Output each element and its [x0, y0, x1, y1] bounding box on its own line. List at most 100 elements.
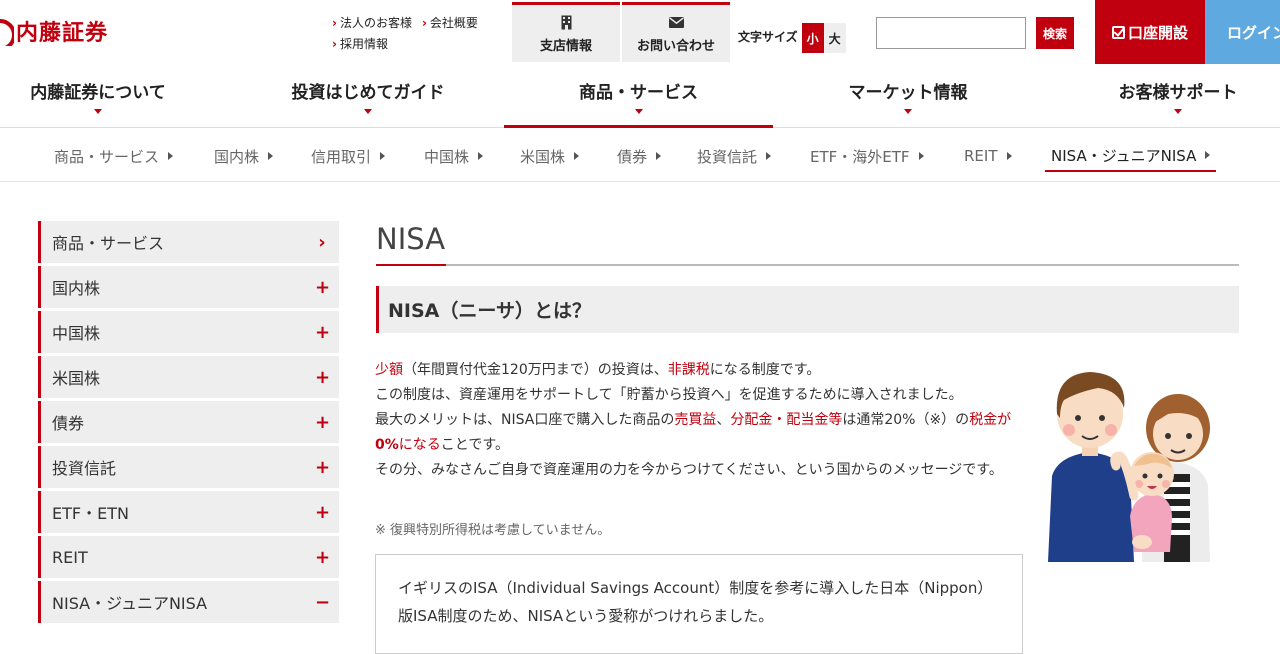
- info-box-text: イギリスのISA（Individual Savings Account）制度を参…: [398, 579, 993, 625]
- subnav-label: ETF・海外ETF: [810, 147, 910, 166]
- arrow-right-icon: [918, 152, 924, 160]
- gnav-about-label: 内藤証券について: [30, 83, 166, 103]
- highlight-text: になる: [398, 437, 441, 453]
- plus-icon[interactable]: +: [315, 322, 330, 343]
- sidebar-item-label: 商品・サービス: [52, 234, 165, 253]
- gnav-customer-support[interactable]: お客様サポート: [1100, 64, 1256, 128]
- subnav-label: 中国株: [424, 147, 470, 166]
- gnav-market-info[interactable]: マーケット情報: [808, 64, 1008, 128]
- gnav-market-info-label: マーケット情報: [848, 83, 968, 103]
- plus-icon[interactable]: +: [315, 412, 330, 433]
- site-header: 内藤証券 法人のお客様 会社概要 採用情報 支店情報 お問い合わせ 文字サイズ …: [0, 0, 1280, 64]
- sidebar-item-label: NISA・ジュニアNISA: [52, 594, 208, 613]
- footnote: ※ 復興特別所得税は考慮していません。: [375, 523, 611, 538]
- subnav-reit[interactable]: REIT: [964, 140, 1012, 172]
- subnav-margin-trading[interactable]: 信用取引: [311, 140, 386, 172]
- sidebar-item-label: 米国株: [52, 369, 101, 388]
- font-size-switcher: 文字サイズ 小 大: [738, 20, 846, 53]
- paragraph-4: その分、みなさんご自身で資産運用の力を今からつけてください、という国からのメッセ…: [375, 462, 1003, 478]
- sidebar-item-investment-trusts[interactable]: 投資信託 +: [38, 446, 339, 488]
- sidebar-item-domestic-stocks[interactable]: 国内株 +: [38, 266, 339, 308]
- highlight-text: 分配金・配当金等: [730, 412, 843, 428]
- gnav-beginners-guide[interactable]: 投資はじめてガイド: [262, 64, 474, 128]
- title-divider: [376, 264, 1239, 266]
- link-company[interactable]: 会社概要: [422, 13, 478, 34]
- page-title: NISA: [376, 222, 446, 256]
- sidebar-item-products-services[interactable]: 商品・サービス ›: [38, 221, 339, 263]
- sidebar-item-label: 投資信託: [52, 459, 117, 478]
- subnav-label: 国内株: [214, 147, 260, 166]
- body-text-span: は通常20%（※）の: [842, 412, 970, 428]
- minus-icon[interactable]: −: [315, 592, 330, 613]
- gnav-products-services[interactable]: 商品・サービス: [504, 64, 773, 128]
- body-text-span: 最大のメリットは、NISA口座で購入した商品の: [375, 412, 675, 428]
- open-account-button[interactable]: 口座開設: [1095, 0, 1205, 64]
- sidebar-item-label: REIT: [52, 547, 88, 567]
- sidebar-item-china-stocks[interactable]: 中国株 +: [38, 311, 339, 353]
- contact-button[interactable]: お問い合わせ: [622, 2, 730, 62]
- contact-label: お問い合わせ: [636, 38, 715, 54]
- arrow-right-icon: [168, 152, 174, 160]
- paragraph-2: この制度は、資産運用をサポートして「貯蓄から投資へ」を促進するために導入されまし…: [375, 387, 963, 403]
- arrow-right-icon: [1205, 151, 1211, 159]
- subnav-china-stocks[interactable]: 中国株: [424, 140, 484, 172]
- logo[interactable]: 内藤証券: [0, 14, 108, 48]
- family-illustration: [1048, 372, 1210, 562]
- highlight-text: 0%: [375, 437, 399, 453]
- font-size-large-button[interactable]: 大: [823, 23, 846, 53]
- arrow-right-icon: [268, 152, 274, 160]
- search-input[interactable]: [876, 17, 1026, 49]
- search-button[interactable]: 検索: [1036, 17, 1074, 49]
- sidebar-item-bonds[interactable]: 債券 +: [38, 401, 339, 443]
- nisa-description: 少額（年間買付代金120万円まで）の投資は、非課税になる制度です。 この制度は、…: [375, 358, 1030, 483]
- highlight-text: 非課税: [667, 362, 710, 378]
- subnav-products-services[interactable]: 商品・サービス: [54, 140, 174, 172]
- utility-links: 法人のお客様 会社概要 採用情報: [332, 13, 478, 55]
- plus-icon[interactable]: +: [315, 277, 330, 298]
- envelope-icon: [668, 14, 684, 32]
- sidebar-item-etf-etn[interactable]: ETF・ETN +: [38, 491, 339, 533]
- link-corporate[interactable]: 法人のお客様: [332, 13, 412, 34]
- global-nav: 内藤証券について 投資はじめてガイド 商品・サービス マーケット情報 お客様サポ…: [0, 64, 1280, 128]
- subnav-nisa[interactable]: NISA・ジュニアNISA: [1045, 140, 1217, 172]
- sidebar-item-us-stocks[interactable]: 米国株 +: [38, 356, 339, 398]
- open-account-label: 口座開設: [1127, 23, 1188, 42]
- logo-mark-icon: [0, 16, 14, 46]
- subnav-investment-trusts[interactable]: 投資信託: [697, 140, 772, 172]
- gnav-products-services-label: 商品・サービス: [579, 83, 698, 103]
- branch-info-button[interactable]: 支店情報: [512, 2, 620, 62]
- subnav-label: 商品・サービス: [54, 147, 160, 166]
- info-box: イギリスのISA（Individual Savings Account）制度を参…: [375, 554, 1023, 654]
- plus-icon[interactable]: +: [315, 367, 330, 388]
- gnav-customer-support-label: お客様サポート: [1118, 83, 1238, 103]
- arrow-right-icon: [766, 152, 772, 160]
- building-icon: [561, 14, 572, 32]
- font-size-small-button[interactable]: 小: [801, 23, 824, 53]
- plus-icon[interactable]: +: [315, 547, 330, 568]
- login-label: ログイン: [1227, 23, 1280, 42]
- arrow-right-icon: [574, 152, 580, 160]
- body-text-span: ことです。: [440, 437, 509, 453]
- subnav-bonds[interactable]: 債券: [617, 140, 662, 172]
- subnav-etf[interactable]: ETF・海外ETF: [810, 140, 924, 172]
- sidebar: 商品・サービス › 国内株 + 中国株 + 米国株 + 債券 + 投資信託 + ETF・ET…: [38, 221, 339, 626]
- font-size-label: 文字サイズ: [738, 30, 798, 44]
- subnav-us-stocks[interactable]: 米国株: [520, 140, 580, 172]
- sidebar-item-reit[interactable]: REIT +: [38, 536, 339, 578]
- login-button[interactable]: ログイン: [1205, 0, 1280, 64]
- chevron-right-icon: ›: [318, 231, 326, 253]
- logo-text: 内藤証券: [16, 21, 109, 46]
- subnav-label: REIT: [964, 147, 998, 165]
- paragraph-1: 少額（年間買付代金120万円まで）の投資は、非課税になる制度です。: [375, 358, 1030, 383]
- sidebar-item-nisa[interactable]: NISA・ジュニアNISA −: [38, 581, 339, 623]
- arrow-right-icon: [1006, 152, 1012, 160]
- gnav-about[interactable]: 内藤証券について: [0, 64, 196, 128]
- body-text-span: 、: [716, 412, 731, 428]
- subnav-domestic-stocks[interactable]: 国内株: [214, 140, 274, 172]
- sub-nav: 商品・サービス 国内株 信用取引 中国株 米国株 債券 投資信託 ETF・海外E…: [0, 128, 1280, 182]
- plus-icon[interactable]: +: [315, 502, 330, 523]
- plus-icon[interactable]: +: [315, 457, 330, 478]
- link-recruit[interactable]: 採用情報: [332, 34, 388, 55]
- subnav-label: 米国株: [520, 147, 566, 166]
- highlight-text: 税金が: [969, 412, 1012, 428]
